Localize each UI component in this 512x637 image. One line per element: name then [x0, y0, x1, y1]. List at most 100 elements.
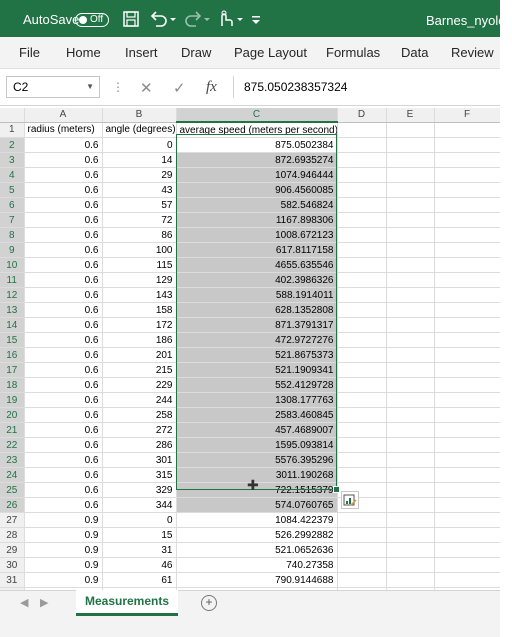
cell-e[interactable] — [386, 182, 435, 198]
cell-f[interactable] — [434, 452, 501, 468]
add-sheet-icon[interactable]: + — [201, 595, 217, 611]
cell-b[interactable]: 344 — [102, 497, 177, 513]
cell-a[interactable]: 0.6 — [24, 152, 103, 168]
cell-c[interactable]: 521.1909341 — [176, 362, 338, 378]
cell-d[interactable] — [337, 512, 387, 528]
cell-f[interactable] — [434, 362, 501, 378]
chevron-down-icon[interactable]: ▼ — [86, 77, 94, 97]
cell-b[interactable]: 0 — [102, 137, 177, 153]
cell-d[interactable] — [337, 452, 387, 468]
cancel-icon[interactable]: ✕ — [140, 79, 153, 97]
row-header[interactable]: 19 — [0, 392, 25, 408]
row-header[interactable]: 23 — [0, 452, 25, 468]
cell-f[interactable] — [434, 347, 501, 363]
cell-b[interactable]: 301 — [102, 452, 177, 468]
tab-formulas[interactable]: Formulas — [326, 45, 380, 60]
redo-icon[interactable] — [183, 10, 211, 28]
cell-c[interactable]: 526.2992882 — [176, 527, 338, 543]
col-header-f[interactable]: F — [434, 108, 501, 123]
cell-b[interactable]: 315 — [102, 467, 177, 483]
cell-d[interactable] — [337, 167, 387, 183]
cell-a[interactable]: 0.6 — [24, 302, 103, 318]
cell-e[interactable] — [386, 407, 435, 423]
cell-d[interactable] — [337, 137, 387, 153]
select-all-corner[interactable] — [0, 108, 25, 123]
cell-d[interactable] — [337, 332, 387, 348]
cell-c[interactable]: 472.9727276 — [176, 332, 338, 348]
cell-f[interactable] — [434, 527, 501, 543]
cell-d[interactable] — [337, 272, 387, 288]
cell-b[interactable]: 172 — [102, 317, 177, 333]
cell-d[interactable] — [337, 287, 387, 303]
cell-b[interactable]: 329 — [102, 482, 177, 498]
cell-f[interactable] — [434, 512, 501, 528]
row-header[interactable]: 24 — [0, 467, 25, 483]
cell-a[interactable]: 0.6 — [24, 137, 103, 153]
cell-b[interactable]: 57 — [102, 197, 177, 213]
quick-analysis-button[interactable] — [341, 491, 359, 509]
cell-c[interactable]: 1074.946444 — [176, 167, 338, 183]
row-header[interactable]: 8 — [0, 227, 25, 243]
row-header[interactable]: 28 — [0, 527, 25, 543]
cell-a[interactable]: 0.6 — [24, 182, 103, 198]
cell-b[interactable]: 115 — [102, 257, 177, 273]
cell-e[interactable] — [386, 497, 435, 513]
cell-b[interactable]: 244 — [102, 392, 177, 408]
row-header[interactable]: 13 — [0, 302, 25, 318]
cell-a[interactable]: 0.9 — [24, 527, 103, 543]
row-header[interactable]: 11 — [0, 272, 25, 288]
cell-b[interactable]: 100 — [102, 242, 177, 258]
cell-a[interactable]: 0.6 — [24, 257, 103, 273]
cell-b[interactable]: 129 — [102, 272, 177, 288]
cell-c[interactable]: 1595.093814 — [176, 437, 338, 453]
cell-e[interactable] — [386, 482, 435, 498]
cell-b[interactable]: 158 — [102, 302, 177, 318]
cell-f[interactable] — [434, 572, 501, 588]
row-header[interactable]: 26 — [0, 497, 25, 513]
cell-f[interactable] — [434, 317, 501, 333]
cell-c[interactable]: 790.9144688 — [176, 572, 338, 588]
cell-c[interactable]: 402.3986326 — [176, 272, 338, 288]
cell-b[interactable]: 215 — [102, 362, 177, 378]
cell-d[interactable] — [337, 347, 387, 363]
cell-c[interactable]: 457.4689007 — [176, 422, 338, 438]
cell-a[interactable]: 0.6 — [24, 212, 103, 228]
cell-f[interactable] — [434, 302, 501, 318]
cell-a[interactable]: 0.9 — [24, 512, 103, 528]
tab-page-layout[interactable]: Page Layout — [234, 45, 307, 60]
cell-b[interactable]: 258 — [102, 407, 177, 423]
autosave-toggle[interactable]: Off — [75, 13, 109, 27]
cell-e[interactable] — [386, 152, 435, 168]
cell-f[interactable] — [434, 332, 501, 348]
cell-d[interactable] — [337, 197, 387, 213]
cell-f[interactable] — [434, 287, 501, 303]
cell-f[interactable] — [434, 467, 501, 483]
cell-d[interactable] — [337, 362, 387, 378]
cell-f[interactable] — [434, 542, 501, 558]
cell[interactable]: angle (degrees) — [102, 122, 177, 138]
cell[interactable] — [337, 122, 387, 138]
cell-c[interactable]: 2583.460845 — [176, 407, 338, 423]
row-header[interactable]: 30 — [0, 557, 25, 573]
cell-f[interactable] — [434, 377, 501, 393]
cell-b[interactable]: 272 — [102, 422, 177, 438]
cell-a[interactable]: 0.6 — [24, 197, 103, 213]
row-header[interactable]: 17 — [0, 362, 25, 378]
cell-c[interactable]: 740.27358 — [176, 557, 338, 573]
cell-d[interactable] — [337, 227, 387, 243]
row-header[interactable]: 6 — [0, 197, 25, 213]
formula-input[interactable]: 875.050238357324 — [233, 76, 500, 98]
cell-a[interactable]: 0.6 — [24, 467, 103, 483]
cell-a[interactable]: 0.6 — [24, 362, 103, 378]
cell-e[interactable] — [386, 392, 435, 408]
chevron-left-icon[interactable]: ◀ — [20, 596, 28, 609]
tab-draw[interactable]: Draw — [181, 45, 211, 60]
cell-e[interactable] — [386, 347, 435, 363]
col-header-c[interactable]: C — [176, 108, 338, 123]
cell-f[interactable] — [434, 437, 501, 453]
cell-e[interactable] — [386, 242, 435, 258]
cell-c[interactable]: 1084.422379 — [176, 512, 338, 528]
cell-d[interactable] — [337, 242, 387, 258]
cell-e[interactable] — [386, 197, 435, 213]
row-header[interactable]: 22 — [0, 437, 25, 453]
